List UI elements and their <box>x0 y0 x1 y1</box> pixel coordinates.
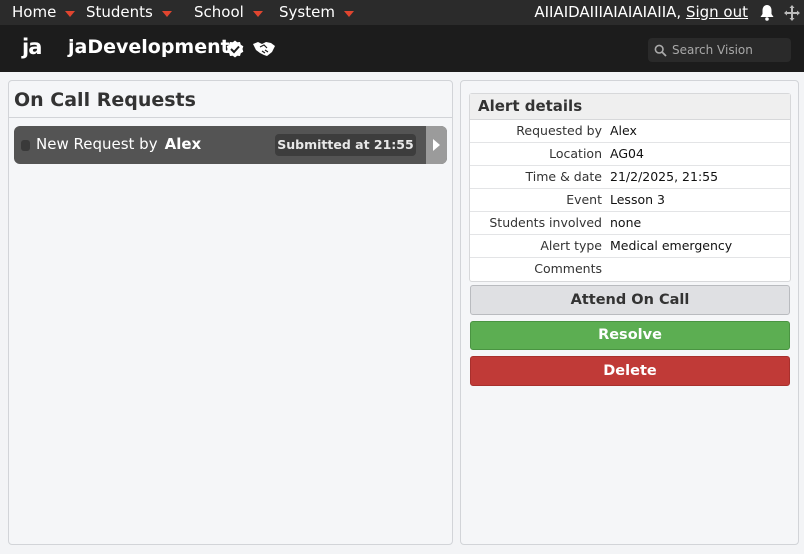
detail-row: Event Lesson 3 <box>470 189 790 212</box>
detail-label: Students involved <box>489 215 602 230</box>
delete-button[interactable]: Delete <box>470 356 790 386</box>
detail-label: Location <box>549 146 602 161</box>
resolve-button[interactable]: Resolve <box>470 321 790 350</box>
search-box <box>648 38 791 62</box>
detail-row: Comments <box>470 258 790 281</box>
detail-label: Event <box>566 192 602 207</box>
detail-label: Time & date <box>525 169 602 184</box>
detail-row: Students involved none <box>470 212 790 235</box>
menu-home-label: Home <box>12 3 57 21</box>
user-area: AIIAIDAIIIAIAIAIAIIA, Sign out <box>534 0 748 25</box>
app-title: jaDevelopment <box>68 36 230 58</box>
bell-icon[interactable] <box>759 4 775 21</box>
request-prefix: New Request by <box>36 135 158 153</box>
detail-label: Comments <box>534 261 602 276</box>
on-call-requests-panel: On Call Requests New Request by Alex Subm… <box>8 80 453 545</box>
search-icon <box>654 44 667 57</box>
divider <box>9 117 452 118</box>
user-name: AIIAIDAIIIAIAIAIAIIA, <box>534 3 682 21</box>
status-indicator <box>21 140 30 151</box>
detail-row: Requested by Alex <box>470 120 790 143</box>
panel-title: On Call Requests <box>14 89 196 111</box>
expand-button[interactable] <box>426 126 447 164</box>
menu-system[interactable]: System <box>279 0 354 25</box>
submitted-badge: Submitted at 21:55 <box>275 134 416 156</box>
detail-row: Alert type Medical emergency <box>470 235 790 258</box>
detail-value: 21/2/2025, 21:55 <box>610 169 719 184</box>
detail-value: none <box>610 215 642 230</box>
app-header: ja jaDevelopment <box>0 25 804 72</box>
detail-value: Alex <box>610 123 637 138</box>
detail-value <box>610 258 790 281</box>
caret-down-icon <box>343 10 354 17</box>
app-logo[interactable]: ja <box>22 35 42 59</box>
menu-school-label: School <box>194 3 244 21</box>
caret-down-icon <box>161 10 172 17</box>
top-menu-bar: Home Students School System AIIAIDAIIIAI… <box>0 0 804 25</box>
detail-label: Alert type <box>540 238 602 253</box>
detail-row: Time & date 21/2/2025, 21:55 <box>470 166 790 189</box>
detail-row: Location AG04 <box>470 143 790 166</box>
search-input[interactable] <box>672 43 787 57</box>
handshake-icon <box>253 42 275 56</box>
verified-icon <box>226 40 244 58</box>
menu-system-label: System <box>279 3 335 21</box>
request-name: Alex <box>164 135 202 153</box>
detail-value: Medical emergency <box>610 238 733 253</box>
attend-on-call-button[interactable]: Attend On Call <box>470 285 790 315</box>
details-title: Alert details <box>470 94 790 120</box>
caret-down-icon <box>252 10 263 17</box>
alert-details-panel: Alert details Requested by Alex Location… <box>460 80 799 545</box>
request-text: New Request by Alex <box>36 135 201 153</box>
move-icon[interactable] <box>783 4 801 22</box>
alert-details-table: Alert details Requested by Alex Location… <box>469 93 791 282</box>
menu-home[interactable]: Home <box>12 0 76 25</box>
menu-students-label: Students <box>86 3 153 21</box>
detail-value: AG04 <box>610 146 644 161</box>
sign-out-link[interactable]: Sign out <box>686 3 748 21</box>
request-row[interactable]: New Request by Alex Submitted at 21:55 <box>14 126 447 164</box>
caret-down-icon <box>65 10 76 17</box>
detail-label: Requested by <box>516 123 602 138</box>
detail-value: Lesson 3 <box>610 192 665 207</box>
menu-school[interactable]: School <box>194 0 263 25</box>
menu-students[interactable]: Students <box>86 0 172 25</box>
chevron-right-icon <box>433 139 440 151</box>
